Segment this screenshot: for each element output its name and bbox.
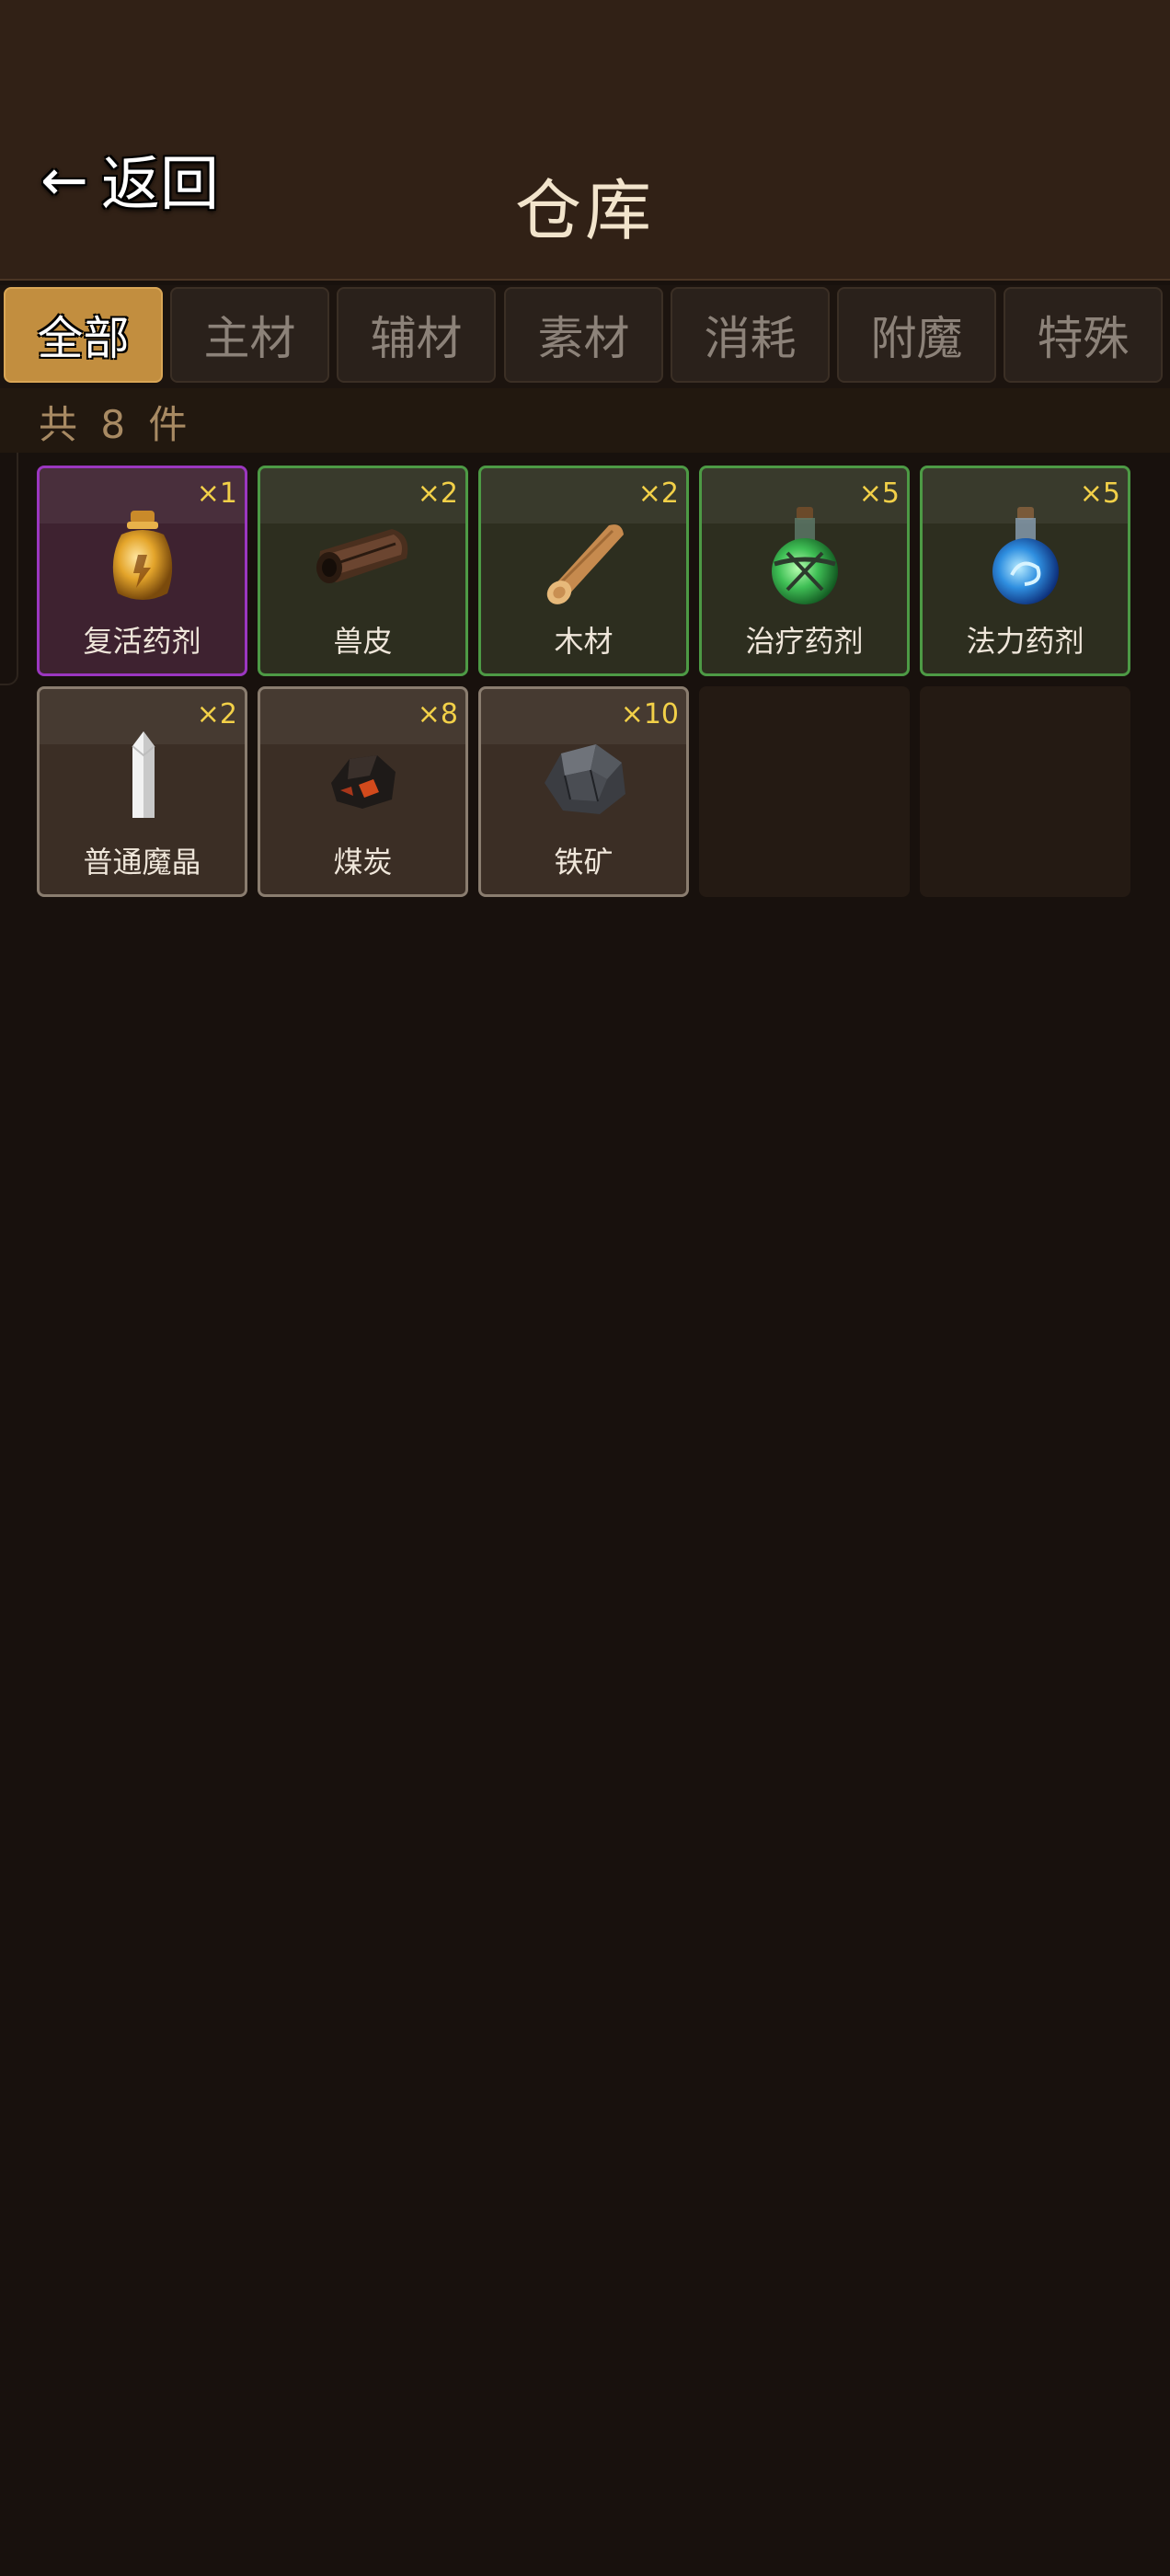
inventory-slot[interactable]: ×2 普通魔晶: [37, 686, 247, 897]
item-quantity: ×2: [417, 477, 458, 510]
blue-potion-icon: [992, 507, 1059, 604]
item-name: 煤炭: [333, 845, 393, 880]
item-quantity: ×1: [196, 477, 237, 510]
item-name: 木材: [554, 624, 614, 659]
green-potion-icon: [771, 507, 838, 604]
category-tabs: 全部 主材 辅材 素材 消耗 附魔 特殊: [0, 285, 1170, 388]
item-quantity: ×10: [620, 698, 679, 730]
tab-aux-material[interactable]: 辅材: [337, 287, 496, 383]
wood-log-icon: [546, 524, 624, 604]
item-name: 兽皮: [333, 624, 393, 659]
tab-enchant[interactable]: 附魔: [837, 287, 996, 383]
inventory-slot[interactable]: ×5 法力药剂: [920, 466, 1130, 676]
inventory-slot[interactable]: ×1 复活药剂: [37, 466, 247, 676]
item-count: 共 8 件: [39, 402, 193, 447]
empty-slot: [699, 686, 910, 897]
coal-icon: [330, 755, 396, 809]
tab-main-material[interactable]: 主材: [170, 287, 329, 383]
item-name: 铁矿: [554, 845, 614, 880]
item-name: 法力药剂: [966, 624, 1084, 659]
item-quantity: ×8: [417, 698, 458, 730]
iron-ore-icon: [544, 744, 625, 814]
tab-consumable[interactable]: 消耗: [671, 287, 830, 383]
item-quantity: ×5: [1079, 477, 1120, 510]
inventory-slot[interactable]: ×10 铁矿: [478, 686, 689, 897]
item-name: 普通魔晶: [83, 845, 201, 880]
tab-special[interactable]: 特殊: [1004, 287, 1163, 383]
item-quantity: ×5: [858, 477, 900, 510]
item-name: 复活药剂: [83, 624, 201, 659]
crystal-icon: [131, 731, 155, 818]
inventory-slot[interactable]: ×8 煤炭: [258, 686, 468, 897]
inventory-slot[interactable]: ×2 兽皮: [258, 466, 468, 676]
inventory-slot[interactable]: ×5 治疗药剂: [699, 466, 910, 676]
tab-all[interactable]: 全部: [4, 287, 163, 383]
hide-roll-icon: [315, 529, 407, 583]
page-title: 仓库: [514, 172, 655, 249]
gold-potion-icon: [112, 511, 172, 600]
item-quantity: ×2: [196, 698, 237, 730]
tab-raw-material[interactable]: 素材: [504, 287, 663, 383]
empty-slot: [920, 686, 1130, 897]
item-quantity: ×2: [637, 477, 679, 510]
top-bar: ← 返回 仓库: [0, 0, 1170, 281]
item-name: 治疗药剂: [745, 624, 864, 659]
inventory-slot[interactable]: ×2 木材: [478, 466, 689, 676]
